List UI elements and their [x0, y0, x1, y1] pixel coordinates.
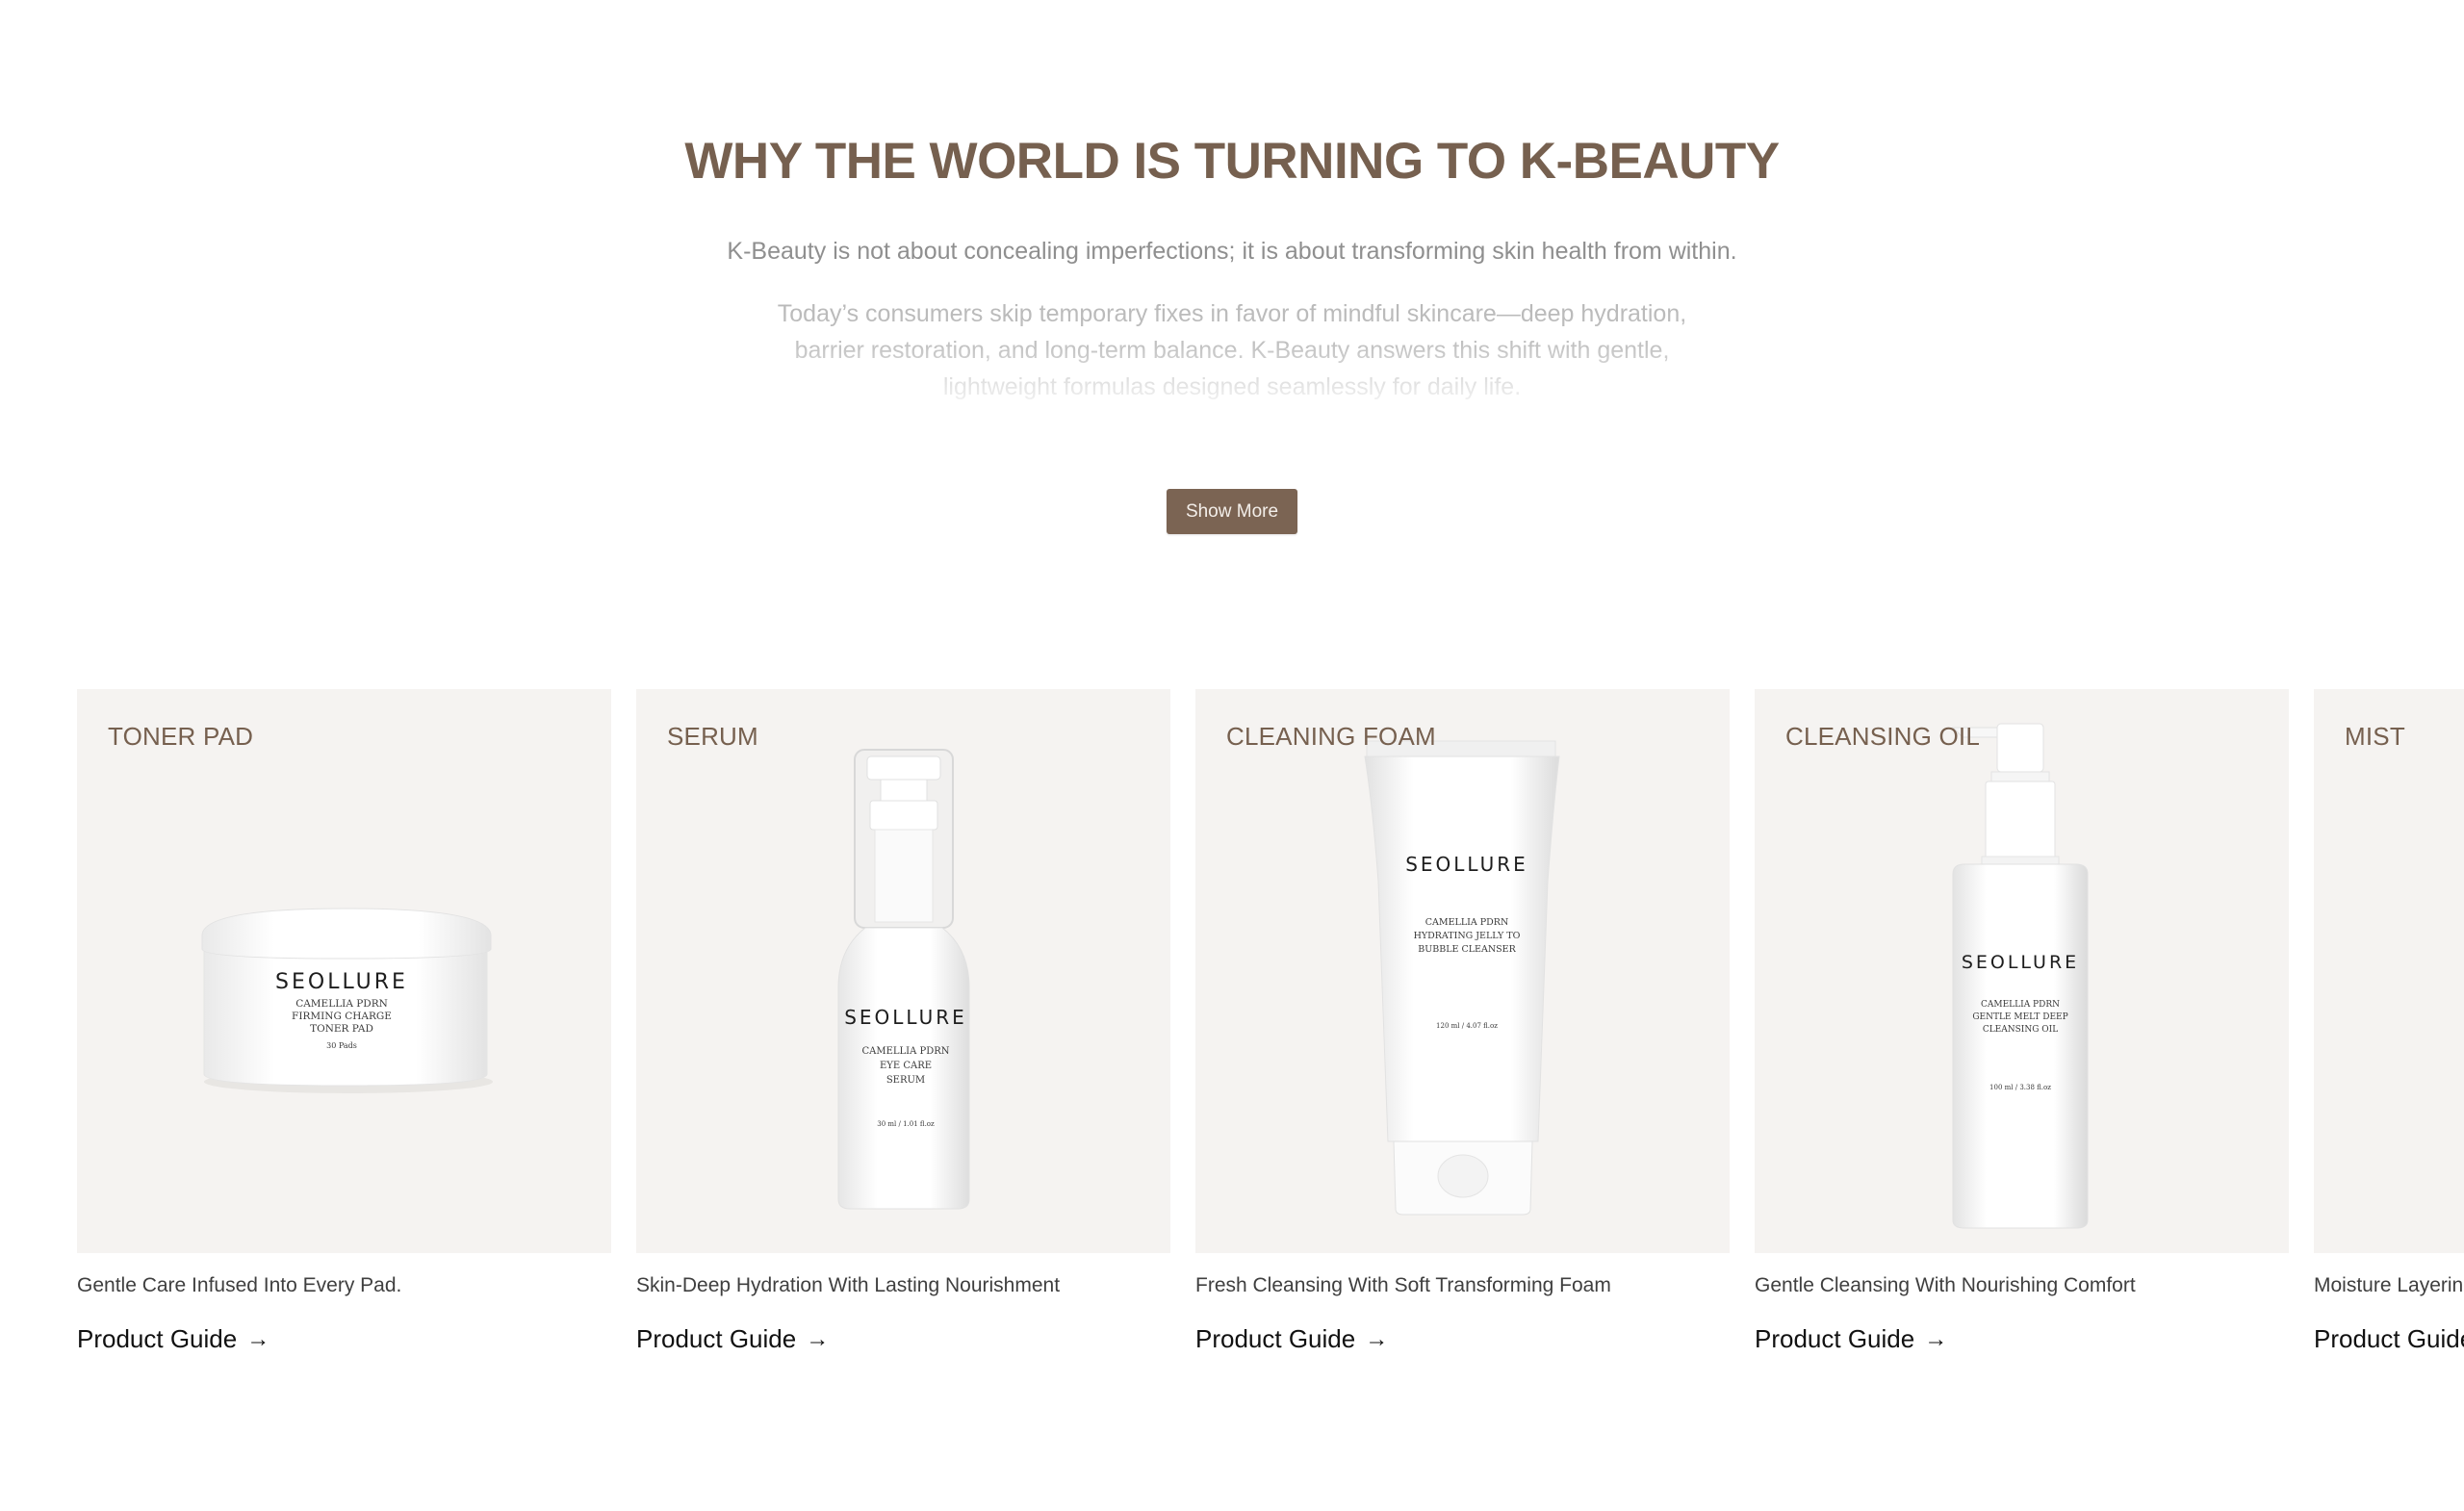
product-card-cleansing-oil[interactable]: CLEANSING OIL SEOLLURE CAMELLIA PDRN GEN… [1755, 689, 2289, 1363]
page: WHY THE WORLD IS TURNING TO K-BEAUTY K-B… [0, 0, 2464, 1511]
product-description: Gentle Cleansing With Nourishing Comfort [1755, 1274, 2136, 1296]
svg-text:CAMELLIA PDRN: CAMELLIA PDRN [295, 998, 388, 1010]
product-card-mist[interactable]: MIST Moisture Layering With Every Spritz… [2314, 689, 2464, 1363]
product-image-cleansing-oil[interactable]: CLEANSING OIL SEOLLURE CAMELLIA PDRN GEN… [1755, 689, 2289, 1253]
svg-text:CAMELLIA PDRN: CAMELLIA PDRN [861, 1046, 949, 1057]
product-description: Fresh Cleansing With Soft Transforming F… [1195, 1274, 1611, 1296]
arrow-right-icon: → [806, 1325, 830, 1352]
section-body-collapsed: Today’s consumers skip temporary fixes i… [777, 300, 1687, 400]
svg-text:GENTLE MELT DEEP: GENTLE MELT DEEP [1972, 1012, 2067, 1022]
svg-text:SERUM: SERUM [886, 1075, 925, 1086]
product-category: CLEANING FOAM [1226, 722, 1436, 751]
product-guide-label: Product Guide [2314, 1324, 2464, 1353]
serum-bottle-image: SEOLLURE CAMELLIA PDRN EYE CARE SERUM 30… [837, 749, 970, 1210]
svg-text:30 Pads: 30 Pads [326, 1041, 357, 1050]
packaging-brand: SEOLLURE [1962, 952, 2079, 973]
product-guide-link[interactable]: Product Guide → [1755, 1324, 1947, 1354]
product-guide-link[interactable]: Product Guide → [636, 1324, 829, 1354]
product-description: Gentle Care Infused Into Every Pad. [77, 1274, 402, 1296]
svg-text:HYDRATING JELLY TO: HYDRATING JELLY TO [1414, 931, 1521, 941]
toner-pad-jar-image: SEOLLURE CAMELLIA PDRN FIRMING CHARGE TO… [201, 908, 493, 1093]
product-card-serum[interactable]: SERUM SEOLLURE CAMELLIA PDRN EYE CARE SE… [636, 689, 1170, 1363]
product-guide-label: Product Guide [77, 1324, 238, 1353]
product-guide-link[interactable]: Product Guide → [2314, 1324, 2464, 1354]
section-lead: K-Beauty is not about concealing imperfe… [727, 238, 1737, 265]
arrow-right-icon: → [1924, 1325, 1948, 1352]
product-image-mist[interactable]: MIST [2314, 689, 2464, 1253]
product-guide-link[interactable]: Product Guide → [77, 1324, 270, 1354]
svg-text:FIRMING CHARGE: FIRMING CHARGE [292, 1011, 392, 1022]
product-guide-link[interactable]: Product Guide → [1195, 1324, 1388, 1354]
cleansing-oil-bottle-image: SEOLLURE CAMELLIA PDRN GENTLE MELT DEEP … [1951, 723, 2089, 1229]
product-guide-label: Product Guide [636, 1324, 797, 1353]
arrow-right-icon: → [1365, 1325, 1389, 1352]
svg-text:EYE CARE: EYE CARE [880, 1061, 932, 1071]
product-guide-label: Product Guide [1195, 1324, 1356, 1353]
product-card-cleaning-foam[interactable]: CLEANING FOAM SEOLLURE CAMELLIA PDRN HYD… [1195, 689, 1730, 1363]
product-category: SERUM [667, 722, 758, 751]
packaging-brand: SEOLLURE [275, 970, 408, 994]
svg-text:100 ml / 3.38 fl.oz: 100 ml / 3.38 fl.oz [1989, 1084, 2051, 1091]
svg-text:CAMELLIA PDRN: CAMELLIA PDRN [1425, 917, 1509, 928]
product-image-serum[interactable]: SERUM SEOLLURE CAMELLIA PDRN EYE CARE SE… [636, 689, 1170, 1253]
svg-text:TONER PAD: TONER PAD [310, 1023, 373, 1035]
cleansing-foam-tube-image: SEOLLURE CAMELLIA PDRN HYDRATING JELLY T… [1364, 740, 1560, 1216]
product-category: TONER PAD [108, 722, 254, 751]
product-description: Moisture Layering With Every Spritz [2314, 1274, 2464, 1296]
product-image-toner-pad[interactable]: TONER PAD SEOLLURE CAMELLIA PDRN FIRMING [77, 689, 611, 1253]
product-guide-label: Product Guide [1755, 1324, 1915, 1353]
product-image-cleaning-foam[interactable]: CLEANING FOAM SEOLLURE CAMELLIA PDRN HYD… [1195, 689, 1730, 1253]
product-description: Skin-Deep Hydration With Lasting Nourish… [636, 1274, 1061, 1296]
section-title: WHY THE WORLD IS TURNING TO K-BEAUTY [684, 133, 1780, 190]
svg-text:BUBBLE CLEANSER: BUBBLE CLEANSER [1418, 944, 1516, 955]
product-card-toner-pad[interactable]: TONER PAD SEOLLURE CAMELLIA PDRN FIRMING [77, 689, 611, 1363]
packaging-brand: SEOLLURE [844, 1006, 967, 1029]
packaging-brand: SEOLLURE [1405, 853, 1528, 876]
svg-text:30 ml / 1.01 fl.oz: 30 ml / 1.01 fl.oz [877, 1120, 935, 1128]
svg-text:CLEANSING OIL: CLEANSING OIL [1983, 1025, 2058, 1035]
arrow-right-icon: → [246, 1325, 270, 1352]
svg-text:CAMELLIA PDRN: CAMELLIA PDRN [1981, 1000, 2060, 1010]
show-more-button[interactable]: Show More [1167, 489, 1297, 534]
svg-text:120 ml / 4.07 fl.oz: 120 ml / 4.07 fl.oz [1436, 1022, 1498, 1030]
product-category: MIST [2345, 722, 2405, 751]
product-category: CLEANSING OIL [1785, 722, 1980, 751]
